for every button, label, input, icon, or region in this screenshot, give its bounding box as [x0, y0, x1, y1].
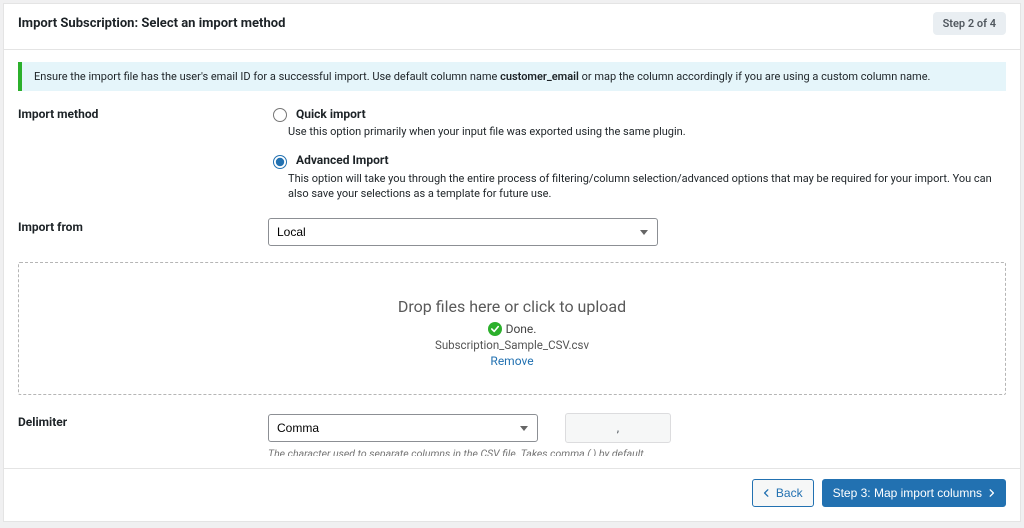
check-icon	[488, 322, 502, 336]
panel-header: Import Subscription: Select an import me…	[4, 4, 1020, 45]
advanced-import-option: Advanced Import This option will take yo…	[268, 152, 1006, 202]
quick-import-title: Quick import	[296, 107, 366, 121]
delimiter-select[interactable]: Comma	[268, 414, 538, 442]
import-from-select[interactable]: Local	[268, 218, 658, 246]
next-button-label: Step 3: Map import columns	[833, 486, 982, 500]
dropzone-title: Drop files here or click to upload	[39, 297, 985, 316]
quick-import-option: Quick import Use this option primarily w…	[268, 105, 1006, 140]
back-button-label: Back	[776, 486, 803, 500]
import-method-field: Quick import Use this option primarily w…	[268, 105, 1006, 202]
uploaded-filename: Subscription_Sample_CSV.csv	[39, 338, 985, 352]
panel-footer: Back Step 3: Map import columns	[4, 469, 1020, 521]
advanced-import-radio[interactable]	[273, 155, 287, 169]
next-button[interactable]: Step 3: Map import columns	[822, 479, 1006, 507]
quick-import-radio[interactable]	[273, 108, 287, 122]
back-button[interactable]: Back	[752, 479, 814, 507]
import-method-row: Import method Quick import Use this opti…	[18, 105, 1006, 202]
import-from-row: Import from Local	[18, 218, 1006, 246]
chevron-left-icon	[763, 489, 771, 497]
delimiter-label: Delimiter	[18, 413, 268, 429]
delimiter-preview: ,	[565, 413, 671, 443]
import-from-field: Local	[268, 218, 1006, 246]
done-text: Done.	[506, 322, 537, 336]
chevron-right-icon	[987, 489, 995, 497]
import-panel: Import Subscription: Select an import me…	[3, 3, 1021, 522]
info-code: customer_email	[500, 70, 579, 83]
upload-status: Done.	[488, 322, 537, 336]
delimiter-field: Comma , The character used to separate c…	[268, 413, 1006, 456]
content-area: Ensure the import file has the user's em…	[4, 62, 1020, 456]
advanced-import-radio-label[interactable]: Advanced Import	[268, 152, 1006, 169]
info-notice: Ensure the import file has the user's em…	[18, 62, 1006, 91]
advanced-import-title: Advanced Import	[296, 153, 389, 167]
remove-file-link[interactable]: Remove	[490, 354, 533, 368]
delimiter-row: Delimiter Comma , The character used to …	[18, 413, 1006, 456]
file-dropzone[interactable]: Drop files here or click to upload Done.…	[18, 262, 1006, 395]
import-method-label: Import method	[18, 105, 268, 121]
import-from-select-wrap: Local	[268, 218, 658, 246]
step-badge: Step 2 of 4	[933, 12, 1006, 35]
delimiter-select-wrap: Comma	[268, 414, 538, 442]
quick-import-desc: Use this option primarily when your inpu…	[288, 125, 1006, 140]
info-text-suffix: or map the column accordingly if you are…	[579, 70, 931, 83]
header-divider	[4, 49, 1020, 50]
import-from-label: Import from	[18, 218, 268, 234]
page-title: Import Subscription: Select an import me…	[18, 16, 285, 31]
delimiter-helper: The character used to separate columns i…	[268, 447, 1006, 456]
quick-import-radio-label[interactable]: Quick import	[268, 105, 1006, 122]
info-text-prefix: Ensure the import file has the user's em…	[34, 70, 500, 83]
advanced-import-desc: This option will take you through the en…	[288, 172, 1006, 202]
